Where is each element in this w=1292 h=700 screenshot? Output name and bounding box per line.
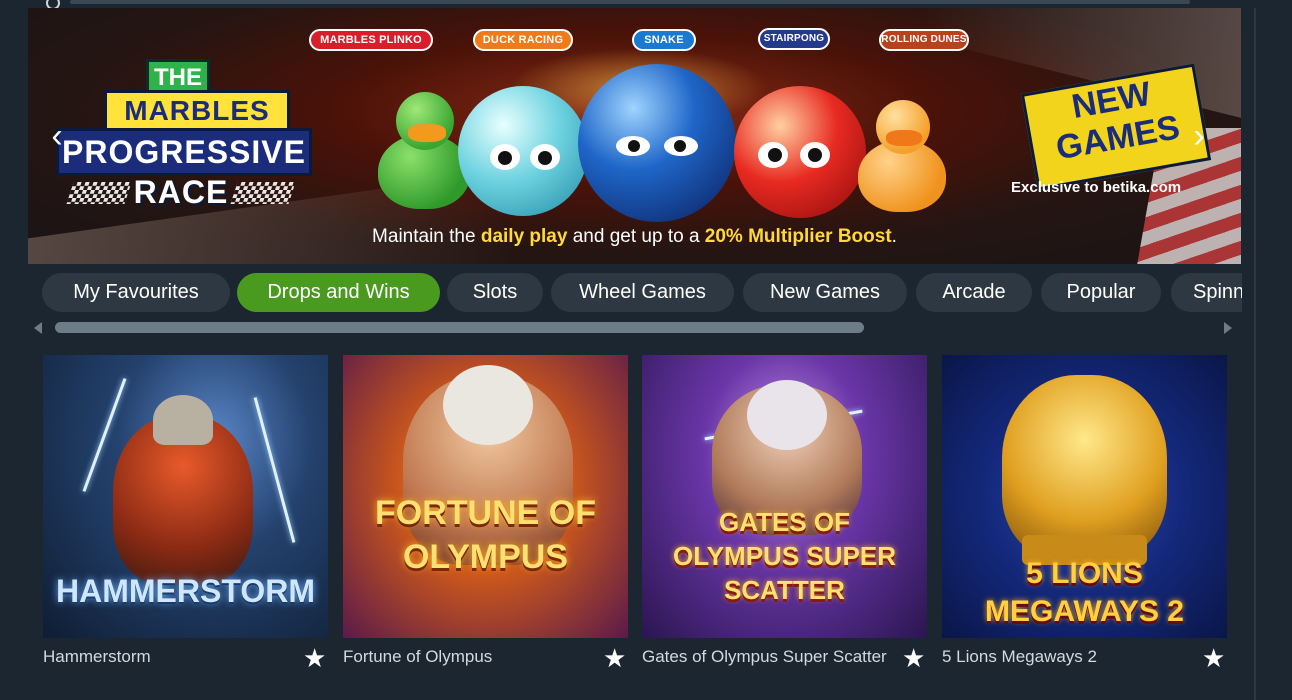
tab-my-favourites[interactable]: My Favourites [42, 273, 230, 312]
vertical-divider [1254, 8, 1256, 700]
tab-drops-and-wins[interactable]: Drops and Wins [237, 273, 440, 312]
tagline-highlight-daily-play: daily play [480, 226, 568, 247]
game-pill-stairpong: STAIRPONG [758, 28, 830, 50]
marbles-race-logo: THE MARBLES PROGRESSIVE RACE [56, 54, 346, 224]
scrollbar-thumb[interactable] [55, 322, 864, 333]
tagline-pre: Maintain the [372, 226, 481, 247]
scroll-left-arrow-icon[interactable] [34, 322, 42, 334]
star-icon[interactable]: ★ [1202, 645, 1225, 671]
game-title[interactable]: 5 Lions Megaways 2 [942, 647, 1192, 667]
game-thumbnail[interactable]: FORTUNE OF OLYMPUS [343, 355, 628, 638]
banner-tagline: Maintain the daily play and get up to a … [28, 226, 1241, 248]
game-pill-snake: SNAKE [632, 29, 696, 51]
orange-duck-icon [858, 94, 948, 218]
game-pill-rolling-dunes: ROLLING DUNES [879, 29, 969, 51]
star-icon[interactable]: ★ [603, 645, 626, 671]
top-scrollbar[interactable] [70, 0, 1190, 4]
logo-marbles: MARBLES [104, 90, 290, 132]
right-edge-panel [1242, 8, 1292, 700]
promo-banner[interactable]: MARBLES PLINKO DUCK RACING SNAKE STAIRPO… [28, 8, 1241, 264]
tagline-post: . [891, 226, 897, 247]
tab-spinners[interactable]: Spinners [1171, 273, 1242, 312]
banner-next-arrow-icon[interactable]: › [1188, 116, 1210, 156]
game-thumbnail[interactable]: HAMMERSTORM [43, 355, 328, 638]
game-pill-marbles-plinko: MARBLES PLINKO [309, 29, 433, 51]
tabs-scrollbar[interactable] [28, 320, 1242, 336]
game-logo-text: FORTUNE OF OLYMPUS [375, 494, 596, 576]
game-logo-text: HAMMERSTORM [56, 573, 315, 609]
game-logo-text: 5 LIONS MEGAWAYS 2 [985, 557, 1184, 628]
cyan-marble-icon [458, 86, 588, 216]
blue-marble-icon [578, 64, 736, 222]
top-scrollbar-area [0, 0, 1292, 10]
game-title[interactable]: Hammerstorm [43, 647, 293, 667]
tagline-highlight-multiplier: 20% Multiplier Boost [704, 226, 892, 247]
star-icon[interactable]: ★ [303, 645, 326, 671]
game-thumbnail[interactable]: 5 LIONS MEGAWAYS 2 [942, 355, 1227, 638]
scroll-right-arrow-icon[interactable] [1224, 322, 1232, 334]
game-logo-text: GATES OF OLYMPUS SUPER SCATTER [673, 507, 896, 605]
game-pill-duck-racing: DUCK RACING [473, 29, 573, 51]
checkered-flag-icon [230, 182, 296, 204]
tab-new-games[interactable]: New Games [743, 273, 907, 312]
star-icon[interactable]: ★ [902, 645, 925, 671]
game-title[interactable]: Gates of Olympus Super Scatter [642, 647, 892, 667]
logo-progressive: PROGRESSIVE [56, 128, 312, 176]
banner-prev-arrow-icon[interactable]: ‹ [46, 116, 68, 156]
tab-arcade[interactable]: Arcade [916, 273, 1032, 312]
category-tabs: My Favourites Drops and Wins Slots Wheel… [42, 273, 1242, 313]
exclusive-text: Exclusive to betika.com [1011, 179, 1182, 196]
red-marble-icon [734, 86, 866, 218]
tab-wheel-games[interactable]: Wheel Games [551, 273, 734, 312]
game-thumbnail[interactable]: GATES OF OLYMPUS SUPER SCATTER [642, 355, 927, 638]
tab-slots[interactable]: Slots [447, 273, 543, 312]
marble-characters [378, 64, 998, 234]
tagline-mid: and get up to a [567, 226, 705, 247]
game-title[interactable]: Fortune of Olympus [343, 647, 593, 667]
tab-popular[interactable]: Popular [1041, 273, 1161, 312]
